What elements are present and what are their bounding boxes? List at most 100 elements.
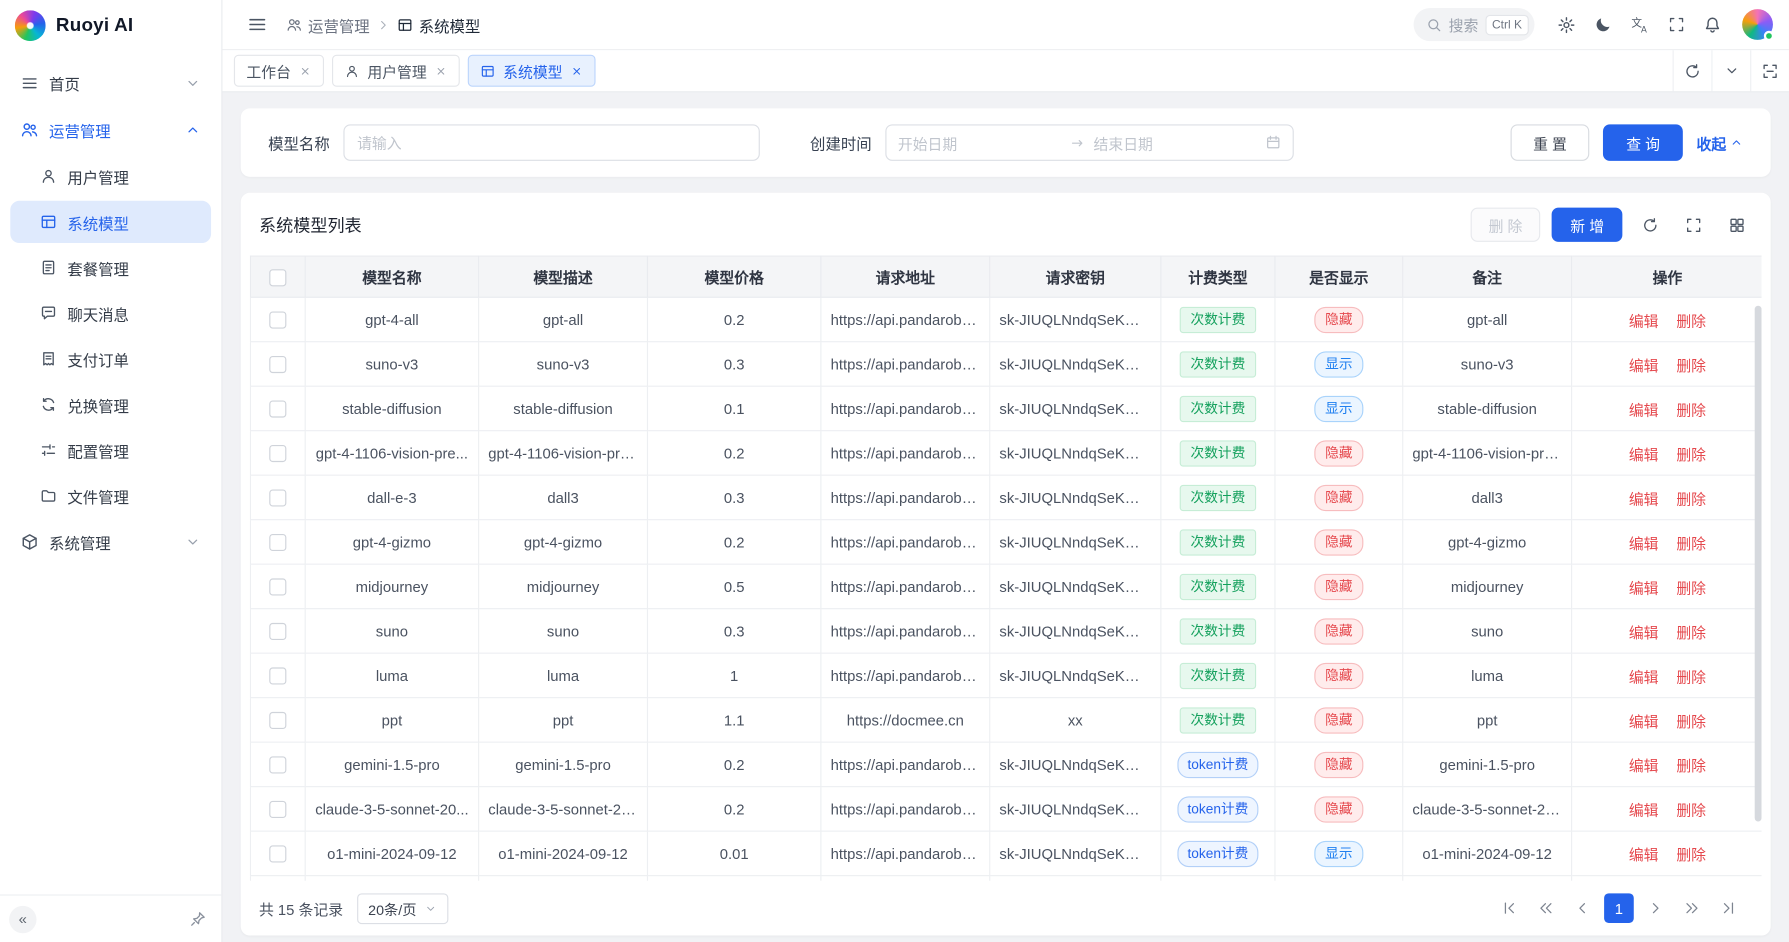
row-checkbox[interactable] <box>269 801 286 818</box>
delete-link[interactable]: 删除 <box>1676 490 1706 507</box>
last-page-button[interactable] <box>1714 893 1744 923</box>
sidebar-item-config-management[interactable]: 配置管理 <box>10 429 211 471</box>
theme-toggle-button[interactable] <box>1587 9 1619 41</box>
edit-link[interactable]: 编辑 <box>1629 757 1659 774</box>
select-all-checkbox[interactable] <box>269 269 286 286</box>
close-icon[interactable] <box>299 64 312 77</box>
edit-link[interactable]: 编辑 <box>1629 401 1659 418</box>
table-fullscreen-button[interactable] <box>1677 209 1709 241</box>
row-checkbox[interactable] <box>269 489 286 506</box>
cell-request-url: https://api.pandarobo... <box>821 609 990 653</box>
sidebar-item-file-management[interactable]: 文件管理 <box>10 475 211 517</box>
refresh-tab-button[interactable] <box>1673 50 1712 91</box>
current-page-button[interactable]: 1 <box>1604 893 1634 923</box>
language-button[interactable]: 文A <box>1624 9 1656 41</box>
table-row: o1-mini-2024-09-12 o1-mini-2024-09-12 0.… <box>250 831 1761 875</box>
edit-link[interactable]: 编辑 <box>1629 579 1659 596</box>
sidebar-item-home[interactable]: 首页 <box>10 62 211 105</box>
add-button[interactable]: 新 增 <box>1552 208 1622 242</box>
sidebar-item-system-management[interactable]: 系统管理 <box>10 520 211 563</box>
close-icon[interactable] <box>571 64 584 77</box>
sidebar-item-payment-orders[interactable]: 支付订单 <box>10 338 211 380</box>
breadcrumb-item-system-models[interactable]: 系统模型 <box>397 13 480 36</box>
tab-user-management[interactable]: 用户管理 <box>332 55 460 87</box>
delete-link[interactable]: 删除 <box>1676 846 1706 863</box>
end-date-input[interactable]: 结束日期 <box>1094 132 1257 154</box>
delete-link[interactable]: 删除 <box>1676 801 1706 818</box>
jump-next-button[interactable] <box>1677 893 1707 923</box>
pin-icon[interactable] <box>189 910 206 927</box>
sidebar-item-redeem-management[interactable]: 兑换管理 <box>10 383 211 425</box>
edit-link[interactable]: 编辑 <box>1629 624 1659 641</box>
delete-link[interactable]: 删除 <box>1676 579 1706 596</box>
edit-link[interactable]: 编辑 <box>1629 490 1659 507</box>
refresh-table-button[interactable] <box>1634 209 1666 241</box>
content-fullscreen-button[interactable] <box>1750 50 1789 91</box>
global-search-button[interactable]: 搜索 Ctrl K <box>1413 8 1534 41</box>
row-checkbox[interactable] <box>269 756 286 773</box>
delete-link[interactable]: 删除 <box>1676 312 1706 329</box>
tab-system-models[interactable]: 系统模型 <box>468 55 596 87</box>
tab-workbench[interactable]: 工作台 <box>234 55 324 87</box>
row-checkbox[interactable] <box>269 712 286 729</box>
brand[interactable]: Ruoyi AI <box>0 0 221 50</box>
cell-model-price: 0.01 <box>647 831 820 875</box>
settings-button[interactable] <box>1550 9 1582 41</box>
start-date-input[interactable]: 开始日期 <box>898 132 1061 154</box>
billing-type-tag: 次数计费 <box>1180 351 1255 377</box>
row-checkbox[interactable] <box>269 445 286 462</box>
edit-link[interactable]: 编辑 <box>1629 535 1659 552</box>
cell-remark: stable-diffusion <box>1403 386 1572 430</box>
delete-link[interactable]: 删除 <box>1676 357 1706 374</box>
fullscreen-button[interactable] <box>1660 9 1692 41</box>
edit-link[interactable]: 编辑 <box>1629 357 1659 374</box>
edit-link[interactable]: 编辑 <box>1629 846 1659 863</box>
sidebar-item-package-management[interactable]: 套餐管理 <box>10 246 211 288</box>
model-name-input[interactable] <box>343 124 759 161</box>
edit-link[interactable]: 编辑 <box>1629 712 1659 729</box>
edit-link[interactable]: 编辑 <box>1629 312 1659 329</box>
row-checkbox[interactable] <box>269 667 286 684</box>
first-page-button[interactable] <box>1495 893 1525 923</box>
next-page-button[interactable] <box>1641 893 1671 923</box>
sidebar-collapse-button[interactable]: « <box>9 905 36 932</box>
row-checkbox[interactable] <box>269 356 286 373</box>
collapse-filter-link[interactable]: 收起 <box>1697 132 1744 154</box>
menu-toggle-button[interactable] <box>241 9 273 41</box>
edit-link[interactable]: 编辑 <box>1629 801 1659 818</box>
page-size-select[interactable]: 20条/页 <box>357 893 449 924</box>
delete-link[interactable]: 删除 <box>1676 446 1706 463</box>
close-icon[interactable] <box>435 64 448 77</box>
chevron-right-icon <box>376 18 390 32</box>
delete-link[interactable]: 删除 <box>1676 757 1706 774</box>
column-settings-button[interactable] <box>1720 209 1752 241</box>
cell-model-name: claude-3-5-sonnet-20... <box>305 787 478 831</box>
row-checkbox[interactable] <box>269 534 286 551</box>
row-checkbox[interactable] <box>269 400 286 417</box>
jump-prev-button[interactable] <box>1531 893 1561 923</box>
row-checkbox[interactable] <box>269 845 286 862</box>
row-checkbox[interactable] <box>269 623 286 640</box>
edit-link[interactable]: 编辑 <box>1629 446 1659 463</box>
delete-link[interactable]: 删除 <box>1676 535 1706 552</box>
sidebar-item-operations[interactable]: 运营管理 <box>10 108 211 151</box>
reset-button[interactable]: 重 置 <box>1510 124 1589 161</box>
sidebar-item-system-models[interactable]: 系统模型 <box>10 201 211 243</box>
table-vertical-scrollbar[interactable] <box>1755 306 1762 822</box>
date-range-picker[interactable]: 开始日期 结束日期 <box>885 124 1293 161</box>
delete-link[interactable]: 删除 <box>1676 712 1706 729</box>
delete-link[interactable]: 删除 <box>1676 668 1706 685</box>
sidebar-item-chat-messages[interactable]: 聊天消息 <box>10 292 211 334</box>
user-avatar[interactable] <box>1742 9 1773 40</box>
sidebar-item-user-management[interactable]: 用户管理 <box>10 155 211 197</box>
query-button[interactable]: 查 询 <box>1603 124 1682 161</box>
edit-link[interactable]: 编辑 <box>1629 668 1659 685</box>
breadcrumb-item-operations[interactable]: 运营管理 <box>286 13 369 36</box>
delete-link[interactable]: 删除 <box>1676 624 1706 641</box>
tab-list-chevron-button[interactable] <box>1711 50 1750 91</box>
notifications-button[interactable] <box>1697 9 1729 41</box>
row-checkbox[interactable] <box>269 312 286 329</box>
delete-link[interactable]: 删除 <box>1676 401 1706 418</box>
row-checkbox[interactable] <box>269 578 286 595</box>
prev-page-button[interactable] <box>1568 893 1598 923</box>
